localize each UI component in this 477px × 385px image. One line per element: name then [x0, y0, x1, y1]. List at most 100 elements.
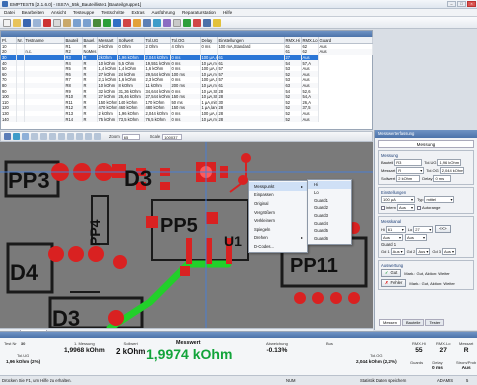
- report-icon[interactable]: [203, 18, 211, 27]
- tab-bauteile[interactable]: Bauteile: [402, 319, 425, 326]
- menu-datei[interactable]: Datei: [4, 10, 15, 15]
- fehler-button[interactable]: ✗ Fehler: [381, 279, 407, 287]
- bauteil-field[interactable]: R3: [394, 159, 423, 166]
- help-icon[interactable]: [213, 18, 221, 27]
- submenu-item-guard2[interactable]: Guard2: [308, 204, 351, 212]
- menu-ansicht[interactable]: Ansicht: [51, 10, 66, 15]
- stop-icon[interactable]: [123, 18, 131, 27]
- table-icon[interactable]: [143, 18, 151, 27]
- strom-select[interactable]: 100 µA: [381, 196, 415, 203]
- redo-icon[interactable]: [83, 18, 91, 27]
- menu-item-verkleinern[interactable]: Verkleinern: [249, 216, 307, 225]
- fit-icon[interactable]: [58, 133, 65, 140]
- channel-nav-button[interactable]: <<>: [435, 225, 451, 233]
- settings-icon[interactable]: [173, 18, 181, 27]
- pad[interactable]: [113, 255, 127, 269]
- lo-select[interactable]: 27: [413, 225, 434, 233]
- submenu-item-lo[interactable]: Lo: [308, 189, 351, 197]
- pad[interactable]: [48, 246, 64, 262]
- component-icon[interactable]: [163, 18, 171, 27]
- new-file-icon[interactable]: [3, 18, 11, 27]
- maximize-button[interactable]: □: [457, 1, 466, 7]
- menu-item-vergroessern[interactable]: Vergrößern: [249, 208, 307, 217]
- messart-select[interactable]: R: [396, 167, 425, 174]
- close-button[interactable]: ×: [467, 1, 476, 7]
- tolug-field[interactable]: 1,96 kOhm: [437, 159, 462, 166]
- save-icon[interactable]: [23, 18, 31, 27]
- pad[interactable]: [186, 238, 192, 264]
- tab-tester[interactable]: Tester: [425, 319, 445, 326]
- open-folder-icon[interactable]: [13, 18, 21, 27]
- pad[interactable]: [160, 182, 170, 190]
- pad[interactable]: [348, 292, 360, 304]
- pad[interactable]: [68, 246, 84, 262]
- cut-icon[interactable]: [43, 18, 51, 27]
- menu-item-spiegeln[interactable]: Spiegeln: [249, 225, 307, 234]
- menu-item-einpassen[interactable]: Einpassen: [249, 191, 307, 200]
- submenu-item-hi[interactable]: Hi: [308, 181, 351, 189]
- autorange-checkbox[interactable]: [417, 205, 422, 210]
- copy-icon[interactable]: [53, 18, 61, 27]
- gd1-select[interactable]: Aus: [390, 248, 405, 255]
- step-icon[interactable]: [113, 18, 121, 27]
- intern-checkbox[interactable]: [381, 205, 385, 210]
- measure-icon[interactable]: [183, 18, 191, 27]
- tab-messung[interactable]: Messung: [378, 140, 474, 148]
- scale-input[interactable]: 100037: [162, 133, 183, 140]
- pad[interactable]: [330, 292, 342, 304]
- pad[interactable]: [108, 310, 124, 326]
- paste-icon[interactable]: [63, 18, 71, 27]
- menu-extras[interactable]: Extras: [131, 10, 144, 15]
- chart-icon[interactable]: [153, 18, 161, 27]
- gd3-select[interactable]: Aus: [442, 248, 457, 255]
- intern-select[interactable]: Aus: [397, 204, 416, 211]
- pad[interactable]: [146, 216, 158, 228]
- pad[interactable]: [294, 292, 306, 304]
- submenu-item-guard3[interactable]: Guard3: [308, 212, 351, 220]
- menu-hilfe[interactable]: Hilfe: [223, 10, 232, 15]
- abort-icon[interactable]: [193, 18, 201, 27]
- pad[interactable]: [88, 246, 104, 262]
- mirror-icon[interactable]: [49, 133, 56, 140]
- guard-a-select[interactable]: Aus: [381, 234, 403, 241]
- pad[interactable]: [312, 292, 324, 304]
- menu-reparaturstation[interactable]: Reparaturstation: [182, 10, 216, 15]
- menu-item-drehen[interactable]: Drehen ▸: [249, 234, 307, 243]
- undo-icon[interactable]: [73, 18, 81, 27]
- tolog-field[interactable]: 2,044 kOhm: [439, 167, 464, 174]
- zoom-in-icon[interactable]: [85, 133, 92, 140]
- menu-bearbeiten[interactable]: Bearbeiten: [22, 10, 44, 15]
- submenu-item-guard4[interactable]: Guard4: [308, 219, 351, 227]
- zoom-input[interactable]: 65: [121, 133, 140, 140]
- submenu-item-guard1[interactable]: Guard1: [308, 196, 351, 204]
- play-icon[interactable]: [103, 18, 111, 27]
- pan-icon[interactable]: [31, 133, 38, 140]
- pad[interactable]: [206, 212, 218, 224]
- rotate-icon[interactable]: [40, 133, 47, 140]
- menu-item-dcodes[interactable]: D-Codes...: [249, 242, 307, 251]
- print-icon[interactable]: [33, 18, 41, 27]
- submenu-item-guard6[interactable]: Guard6: [308, 235, 351, 243]
- gd2-select[interactable]: Aus: [416, 248, 431, 255]
- layer-icon[interactable]: [67, 133, 74, 140]
- minimize-button[interactable]: –: [447, 1, 456, 7]
- menu-testeuppe[interactable]: Testeuppe: [73, 10, 94, 15]
- menu-testschritte[interactable]: Testschritte: [101, 10, 124, 15]
- grid-icon[interactable]: [13, 133, 20, 140]
- select-icon[interactable]: [22, 133, 29, 140]
- run-icon[interactable]: [93, 18, 101, 27]
- menu-item-messpunkt[interactable]: Messpunkt ▸: [249, 182, 307, 191]
- zoom-out-icon[interactable]: [94, 133, 101, 140]
- gut-button[interactable]: ✓ Gut: [381, 269, 402, 277]
- camera-icon[interactable]: [4, 133, 11, 140]
- sollwert-field[interactable]: 2 kOhm: [396, 175, 421, 182]
- highlight-icon[interactable]: [76, 133, 83, 140]
- pause-icon[interactable]: [133, 18, 141, 27]
- tab-messen[interactable]: Messen: [379, 319, 402, 326]
- table-row[interactable]: 140 R14 R 75 kOhm 73,5 kOhm 76,5 kOhm 0 ms 10 µ…: [1, 116, 372, 122]
- typ-select[interactable]: mittel: [424, 196, 455, 203]
- pad[interactable]: [206, 238, 212, 264]
- menu-item-original[interactable]: Original: [249, 199, 307, 208]
- pad[interactable]: [180, 266, 190, 276]
- hi-select[interactable]: 61: [385, 225, 406, 233]
